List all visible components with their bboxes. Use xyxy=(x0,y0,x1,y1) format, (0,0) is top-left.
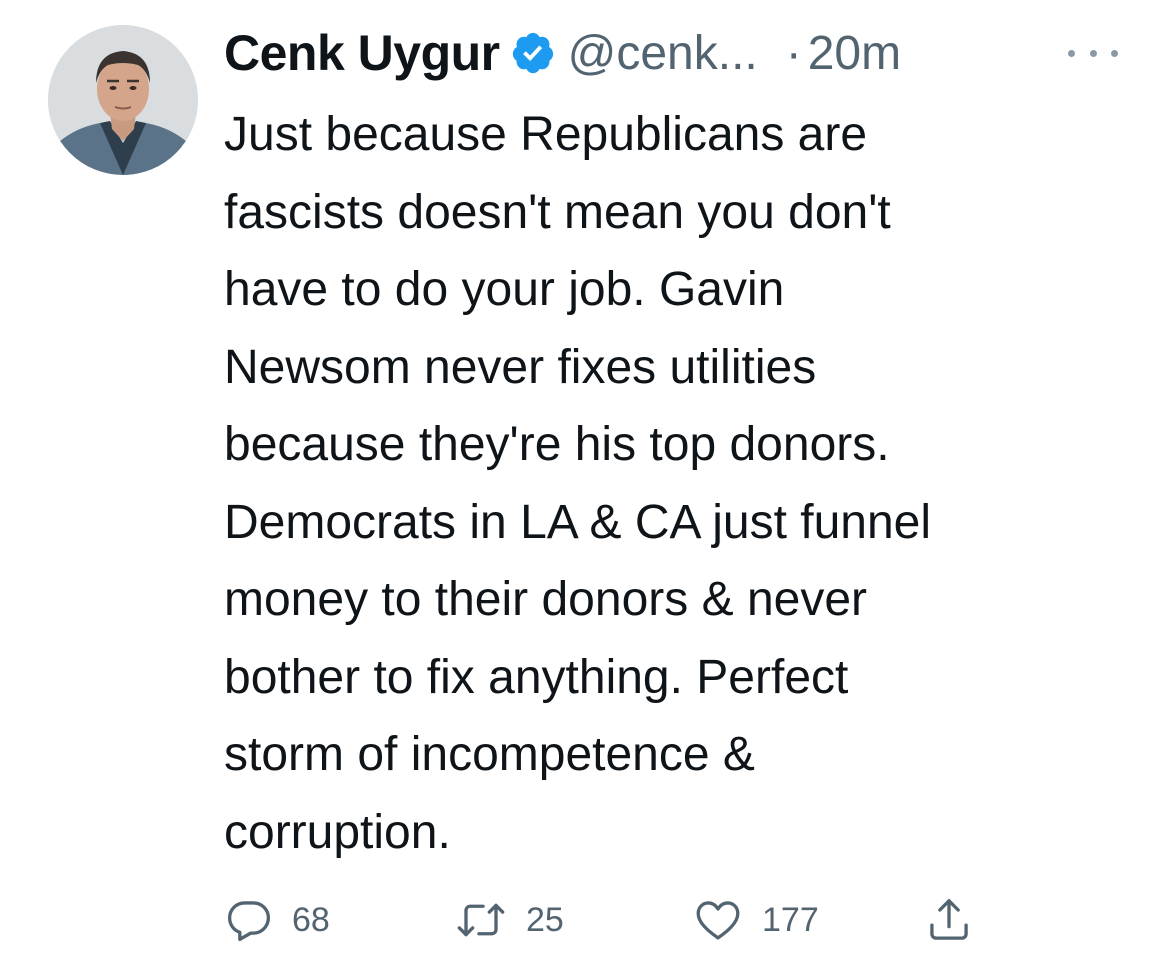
tweet-header: Cenk Uygur @cenk... · 20m xyxy=(224,18,901,88)
tweet-text-line: bother to fix anything. Perfect xyxy=(224,650,849,704)
tweet-text: Just because Republicans are fascists do… xyxy=(224,96,1144,871)
reply-button[interactable]: 68 xyxy=(224,888,330,952)
separator-dot: · xyxy=(785,26,802,80)
heart-icon xyxy=(696,901,740,940)
tweet-actions: 68 25 177 xyxy=(224,888,1124,952)
more-dot xyxy=(1111,49,1118,57)
more-icon[interactable] xyxy=(1068,38,1118,68)
retweet-button[interactable]: 25 xyxy=(454,888,564,952)
verified-badge-icon xyxy=(510,30,556,76)
timestamp[interactable]: 20m xyxy=(808,26,901,81)
tweet-text-line: Newsom never fixes utilities xyxy=(224,340,817,394)
tweet-text-line: corruption. xyxy=(224,805,451,859)
share-button[interactable] xyxy=(924,888,974,952)
share-icon xyxy=(930,899,968,940)
tweet-text-line: fascists doesn't mean you don't xyxy=(224,185,891,239)
display-name[interactable]: Cenk Uygur xyxy=(224,24,500,82)
tweet-text-line: money to their donors & never xyxy=(224,573,868,626)
author-handle[interactable]: @cenk... xyxy=(568,26,758,81)
more-dot xyxy=(1089,49,1097,57)
reply-icon xyxy=(227,901,271,942)
retweet-count: 25 xyxy=(526,900,564,939)
tweet-text-line: Democrats in LA & CA just funnel xyxy=(224,495,932,549)
more-dot xyxy=(1068,49,1075,57)
avatar-image xyxy=(48,25,198,175)
retweet-icon xyxy=(457,903,505,937)
tweet-text-line: have to do your job. Gavin xyxy=(224,263,785,316)
tweet-text-line: storm of incompetence & xyxy=(224,728,755,781)
tweet-text-line: because they're his top donors. xyxy=(224,418,890,471)
like-count: 177 xyxy=(762,900,819,939)
like-button[interactable]: 177 xyxy=(692,888,819,952)
avatar[interactable] xyxy=(48,25,198,175)
reply-count: 68 xyxy=(292,900,330,939)
tweet: Cenk Uygur @cenk... · 20m Just because R… xyxy=(0,0,1170,964)
tweet-text-line: Just because Republicans are xyxy=(224,108,868,161)
